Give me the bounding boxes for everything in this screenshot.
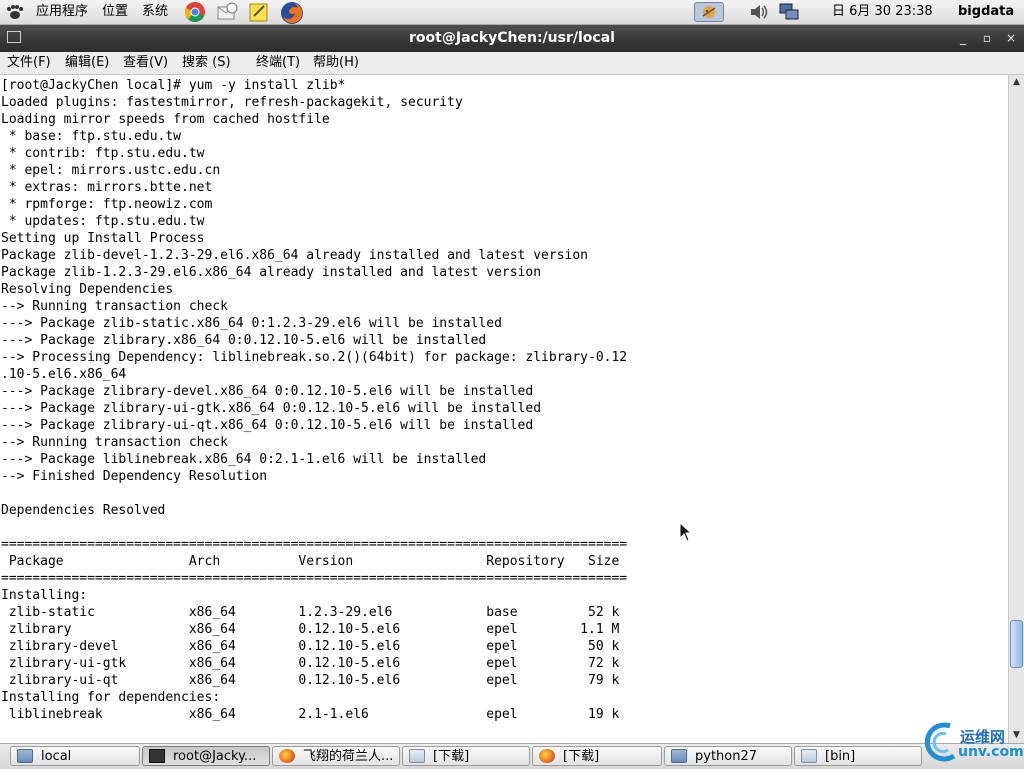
task-local[interactable]: local (10, 746, 140, 766)
terminal-output[interactable]: [root@JackyChen local]# yum -y install z… (0, 75, 1008, 743)
watermark-logo-icon (924, 722, 956, 762)
minimize-icon[interactable]: _ (956, 31, 970, 45)
window-title: root@JackyChen:/usr/local (409, 30, 615, 46)
top-panel: 应用程序 位置 系统 日 6月 30 23:38 bigdata (0, 0, 1024, 25)
task-terminal[interactable]: root@Jacky... (142, 746, 270, 766)
folder-icon (671, 749, 687, 763)
task-label: root@Jacky... (173, 749, 257, 764)
firefox-icon (539, 749, 555, 763)
task-download-folder[interactable]: [下载] (402, 746, 530, 766)
close-icon[interactable]: × (1004, 31, 1018, 45)
places-menu[interactable]: 位置 (102, 4, 128, 20)
watermark-url: unv.com (958, 744, 1024, 760)
menu-search[interactable]: 搜索 (S) (182, 55, 231, 71)
system-menu[interactable]: 系统 (142, 4, 168, 20)
menubar: 文件(F) 编辑(E) 查看(V) 搜索 (S) 终端(T) 帮助(H) (0, 52, 1024, 75)
menu-file[interactable]: 文件(F) (7, 55, 51, 71)
folder-icon (409, 749, 425, 763)
foot-icon[interactable] (6, 4, 24, 20)
scroll-up-arrow-icon[interactable]: ▲ (1009, 75, 1024, 90)
network-applet-icon[interactable] (694, 2, 724, 22)
task-label: [下载] (563, 749, 600, 764)
folder-icon (801, 749, 817, 763)
mouse-pointer-icon (679, 522, 693, 542)
network-icon[interactable] (778, 2, 800, 22)
firefox-icon[interactable] (280, 1, 303, 24)
notes-icon[interactable] (248, 1, 270, 23)
applications-menu[interactable]: 应用程序 (36, 4, 88, 20)
task-label: 飞翔的荷兰人... (303, 749, 394, 764)
maximize-icon[interactable]: ▫ (980, 31, 994, 45)
watermark: 运维网 unv.com (920, 720, 1024, 768)
clock[interactable]: 日 6月 30 23:38 (832, 4, 933, 20)
menu-help[interactable]: 帮助(H) (313, 55, 359, 71)
task-label: [下载] (433, 749, 470, 764)
volume-icon[interactable] (748, 2, 770, 22)
menu-edit[interactable]: 编辑(E) (65, 55, 109, 71)
scrollbar-thumb[interactable] (1010, 620, 1023, 668)
mail-icon[interactable] (216, 1, 238, 23)
task-label: python27 (695, 749, 758, 764)
window-titlebar[interactable]: root@JackyChen:/usr/local _ ▫ × (0, 25, 1024, 52)
menu-view[interactable]: 查看(V) (123, 55, 168, 71)
firefox-icon (279, 749, 295, 763)
vertical-scrollbar[interactable]: ▲ ▼ (1008, 75, 1024, 743)
menu-terminal[interactable]: 终端(T) (256, 55, 300, 71)
task-bin[interactable]: [bin] (794, 746, 922, 766)
task-label: local (41, 749, 72, 764)
terminal-icon (149, 749, 165, 763)
user-menu[interactable]: bigdata (958, 4, 1014, 20)
task-download-firefox[interactable]: [下载] (532, 746, 662, 766)
task-python27[interactable]: python27 (664, 746, 792, 766)
task-label: [bin] (825, 749, 856, 764)
chrome-icon[interactable] (184, 1, 206, 23)
terminal-text: [root@JackyChen local]# yum -y install z… (1, 78, 628, 722)
folder-icon (17, 749, 33, 763)
task-firefox[interactable]: 飞翔的荷兰人... (272, 746, 400, 766)
taskbar: local root@Jacky... 飞翔的荷兰人... [下载] [下载] … (0, 743, 1024, 769)
